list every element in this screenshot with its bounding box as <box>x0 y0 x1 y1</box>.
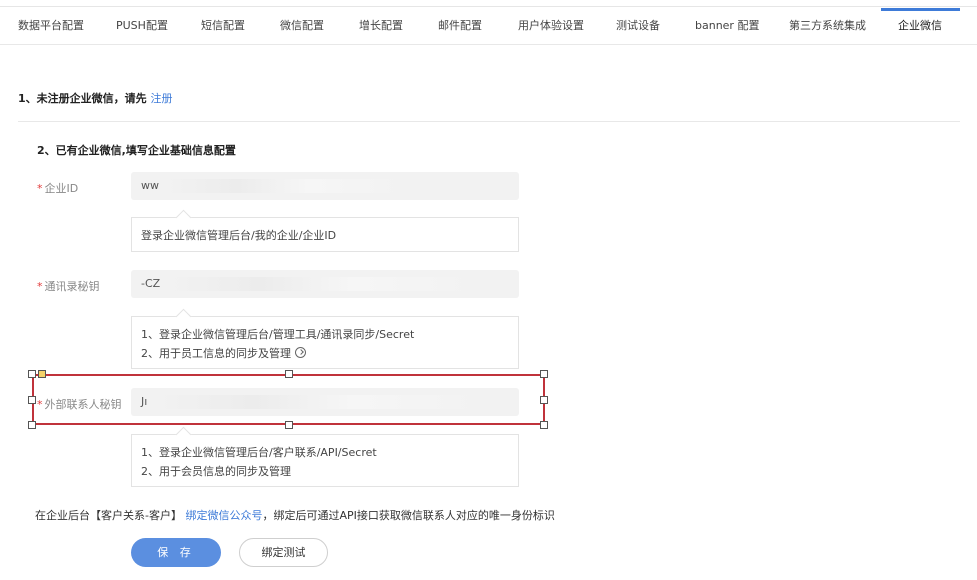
tab-wechat[interactable]: 微信配置 <box>280 7 324 45</box>
corp-id-label: * 企业ID <box>37 180 78 196</box>
contacts-secret-tip-line2: 2、用于员工信息的同步及管理 <box>141 347 291 360</box>
bind-prefix: 在企业后台【客户关系-客户】 <box>35 509 182 522</box>
bind-test-button[interactable]: 绑定测试 <box>239 538 328 567</box>
external-secret-tip-line2: 2、用于会员信息的同步及管理 <box>141 465 291 478</box>
tab-third-party[interactable]: 第三方系统集成 <box>789 7 866 45</box>
external-secret-tip-line1: 1、登录企业微信管理后台/客户联系/API/Secret <box>141 446 377 459</box>
resize-handle-left[interactable] <box>28 396 36 404</box>
tab-test-devices[interactable]: 测试设备 <box>616 7 660 45</box>
bind-info: 在企业后台【客户关系-客户】 绑定微信公众号，绑定后可通过API接口获取微信联系… <box>35 507 555 523</box>
corp-id-tip: 登录企业微信管理后台/我的企业/企业ID <box>131 217 519 252</box>
resize-handle-top[interactable] <box>285 370 293 378</box>
resize-handle-top-right[interactable] <box>540 370 548 378</box>
tab-push[interactable]: PUSH配置 <box>116 7 168 45</box>
external-secret-tip: 1、登录企业微信管理后台/客户联系/API/Secret 2、用于会员信息的同步… <box>131 434 519 487</box>
contacts-secret-label-text: 通讯录秘钥 <box>44 280 100 293</box>
contacts-secret-tip-line2-row: 2、用于员工信息的同步及管理 <box>141 344 509 363</box>
corp-id-value: ww <box>141 179 159 192</box>
register-text: 1、未注册企业微信，请先 <box>18 92 147 105</box>
rotate-cursor-icon <box>294 347 306 358</box>
tab-data-platform[interactable]: 数据平台配置 <box>18 7 84 45</box>
selection-box[interactable] <box>32 374 545 425</box>
tab-ux-settings[interactable]: 用户体验设置 <box>518 7 584 45</box>
contacts-secret-value: -CZ <box>141 277 161 290</box>
rotate-handle[interactable] <box>38 370 46 378</box>
corp-id-input[interactable]: ww <box>131 172 519 200</box>
tab-growth[interactable]: 增长配置 <box>359 7 403 45</box>
save-button[interactable]: 保 存 <box>131 538 221 567</box>
resize-handle-bottom[interactable] <box>285 421 293 429</box>
tab-wecom[interactable]: 企业微信 <box>898 7 942 45</box>
resize-handle-right[interactable] <box>540 396 548 404</box>
corp-id-label-text: 企业ID <box>44 182 79 195</box>
corp-id-tip-text: 登录企业微信管理后台/我的企业/企业ID <box>141 229 337 242</box>
redacted-blur <box>165 179 405 193</box>
tab-bar: 数据平台配置 PUSH配置 短信配置 微信配置 增长配置 邮件配置 用户体验设置… <box>0 7 977 45</box>
contacts-secret-input[interactable]: -CZ <box>131 270 519 298</box>
contacts-secret-tip-line1: 1、登录企业微信管理后台/管理工具/通讯录同步/Secret <box>141 328 415 341</box>
contacts-secret-tip: 1、登录企业微信管理后台/管理工具/通讯录同步/Secret 2、用于员工信息的… <box>131 316 519 369</box>
contacts-secret-label: * 通讯录秘钥 <box>37 278 100 294</box>
bind-wechat-link[interactable]: 绑定微信公众号 <box>185 509 262 522</box>
resize-handle-top-left[interactable] <box>28 370 36 378</box>
required-mark: * <box>37 280 43 293</box>
section-register: 1、未注册企业微信，请先 注册 <box>18 90 173 106</box>
tab-sms[interactable]: 短信配置 <box>201 7 245 45</box>
bind-suffix: ，绑定后可通过API接口获取微信联系人对应的唯一身份标识 <box>262 509 555 522</box>
section-config-title: 2、已有企业微信,填写企业基础信息配置 <box>37 144 236 157</box>
required-mark: * <box>37 182 43 195</box>
section-divider <box>18 121 960 122</box>
register-link[interactable]: 注册 <box>151 92 173 105</box>
redacted-blur <box>167 277 477 291</box>
tab-banner[interactable]: banner 配置 <box>695 7 759 45</box>
resize-handle-bottom-right[interactable] <box>540 421 548 429</box>
tab-email[interactable]: 邮件配置 <box>438 7 482 45</box>
resize-handle-bottom-left[interactable] <box>28 421 36 429</box>
active-tab-indicator <box>881 8 960 11</box>
